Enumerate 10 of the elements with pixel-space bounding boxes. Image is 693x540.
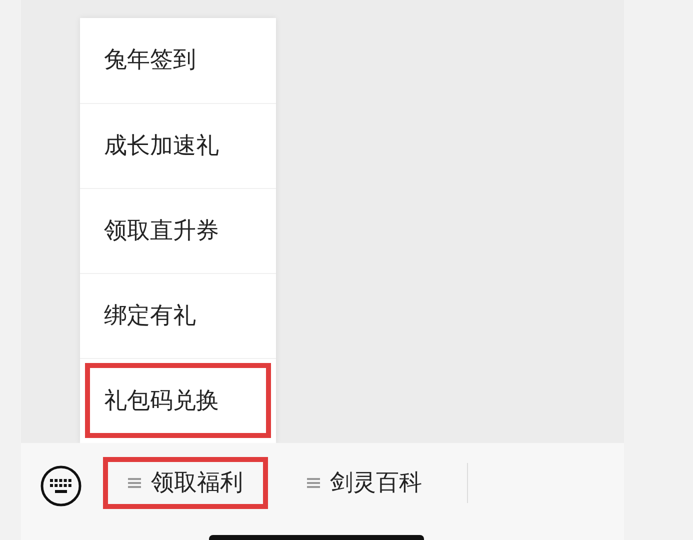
- menu-item[interactable]: 绑定有礼: [80, 273, 276, 358]
- menu-item[interactable]: 领取直升券: [80, 188, 276, 273]
- menu-lines-icon: [128, 477, 141, 489]
- menu-tab[interactable]: 领取福利: [103, 457, 268, 509]
- keyboard-icon[interactable]: [40, 465, 82, 507]
- menu-item[interactable]: 成长加速礼: [80, 103, 276, 188]
- menu-item[interactable]: 礼包码兑换: [80, 358, 276, 443]
- menu-lines-icon: [307, 477, 320, 489]
- menu-tab[interactable]: 剑灵百科: [282, 457, 447, 509]
- menu-item[interactable]: 兔年签到: [80, 18, 276, 103]
